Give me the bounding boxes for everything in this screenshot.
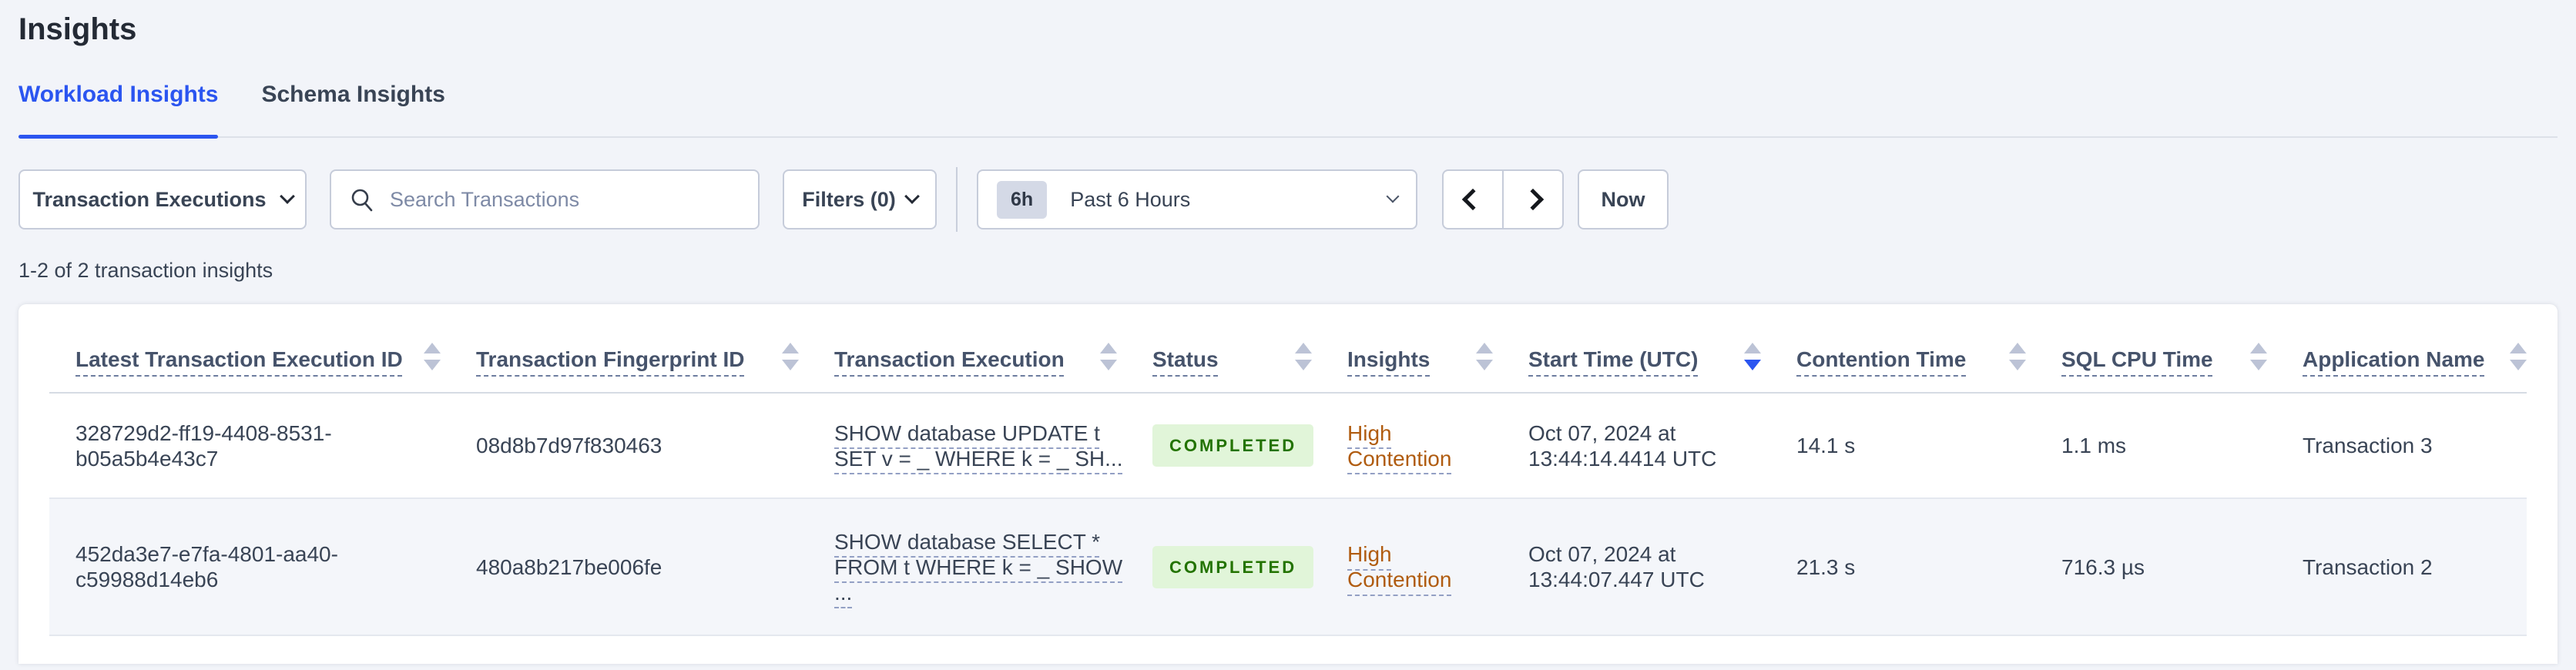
sort-icon[interactable] <box>2510 343 2527 372</box>
toolbar: Transaction Executions Filters (0) 6h Pa… <box>18 167 2558 232</box>
tab-bar: Workload Insights Schema Insights <box>18 81 2558 139</box>
cell-sql-cpu-time: 1.1 ms <box>2061 434 2127 457</box>
time-range-label: Past 6 Hours <box>1070 187 1191 211</box>
cell-execution-id: 452da3e7-e7fa-4801-aa40-c59988d14eb6 <box>75 542 338 591</box>
sort-icon[interactable] <box>1100 343 1117 372</box>
transaction-type-dropdown[interactable]: Transaction Executions <box>18 169 307 229</box>
status-badge: COMPLETED <box>1152 424 1314 467</box>
status-badge: COMPLETED <box>1152 545 1314 588</box>
insights-page: Insights Workload Insights Schema Insigh… <box>0 11 2576 664</box>
column-header-status[interactable]: Status <box>1152 343 1347 392</box>
results-count: 1-2 of 2 transaction insights <box>18 259 273 282</box>
next-time-button[interactable] <box>1502 171 1562 228</box>
column-header-transaction-fingerprint-id[interactable]: Transaction Fingerprint ID <box>476 343 834 392</box>
search-input[interactable] <box>330 169 760 229</box>
sort-icon-active-desc[interactable] <box>1744 343 1761 372</box>
filters-button[interactable]: Filters (0) <box>783 169 937 229</box>
chevron-right-icon <box>1521 188 1545 211</box>
tab-schema-insights[interactable]: Schema Insights <box>261 81 444 136</box>
column-header-sql-cpu-time[interactable]: SQL CPU Time <box>2061 343 2303 392</box>
sort-icon[interactable] <box>424 343 441 372</box>
tab-workload-insights[interactable]: Workload Insights <box>18 81 219 139</box>
sort-icon[interactable] <box>1476 343 1493 372</box>
insight-link[interactable]: High Contention <box>1347 420 1478 471</box>
time-range-badge: 6h <box>997 180 1048 219</box>
cell-execution-id: 328729d2-ff19-4408-8531-b05a5b4e43c7 <box>75 420 332 471</box>
table-row[interactable]: 328729d2-ff19-4408-8531-b05a5b4e43c7 08d… <box>49 394 2527 499</box>
page-title: Insights <box>18 12 137 46</box>
column-header-latest-transaction-execution-id[interactable]: Latest Transaction Execution ID <box>75 343 476 392</box>
cell-contention-time: 14.1 s <box>1796 434 1856 457</box>
prev-time-button[interactable] <box>1444 171 1502 228</box>
insight-link[interactable]: High Contention <box>1347 541 1478 592</box>
column-header-contention-time[interactable]: Contention Time <box>1796 343 2061 392</box>
cell-application-name: Transaction 2 <box>2303 554 2433 579</box>
transaction-execution-link[interactable]: SHOW database SELECT * FROM t WHERE k = … <box>834 529 1122 605</box>
cell-contention-time: 21.3 s <box>1796 554 1856 579</box>
sort-icon[interactable] <box>2009 343 2026 372</box>
table-row[interactable]: 452da3e7-e7fa-4801-aa40-c59988d14eb6 480… <box>49 499 2527 636</box>
column-header-transaction-execution[interactable]: Transaction Execution <box>834 343 1152 392</box>
toolbar-divider <box>956 167 958 232</box>
chevron-down-icon <box>1386 189 1400 203</box>
chevron-down-icon <box>904 189 920 204</box>
time-range-picker[interactable]: 6h Past 6 Hours <box>977 169 1417 229</box>
transaction-execution-link[interactable]: SHOW database UPDATE t SET v = _ WHERE k… <box>834 420 1123 471</box>
time-step-controls <box>1442 169 1564 229</box>
filters-label: Filters (0) <box>802 187 896 211</box>
chevron-left-icon <box>1461 188 1484 211</box>
insights-table-card: Latest Transaction Execution ID Transact… <box>18 304 2558 664</box>
chevron-down-icon <box>279 189 295 204</box>
cell-sql-cpu-time: 716.3 µs <box>2061 554 2145 579</box>
cell-application-name: Transaction 3 <box>2303 434 2433 457</box>
cell-fingerprint-id: 08d8b7d97f830463 <box>476 434 662 457</box>
now-button[interactable]: Now <box>1578 169 1669 229</box>
cell-fingerprint-id: 480a8b217be006fe <box>476 554 662 579</box>
cell-start-time: Oct 07, 2024 at 13:44:07.447 UTC <box>1528 542 1705 591</box>
now-label: Now <box>1601 187 1645 211</box>
table-header-row: Latest Transaction Execution ID Transact… <box>49 304 2527 394</box>
search-box <box>330 169 760 229</box>
column-header-application-name[interactable]: Application Name <box>2303 343 2527 392</box>
cell-start-time: Oct 07, 2024 at 13:44:14.4414 UTC <box>1528 420 1717 471</box>
transaction-type-label: Transaction Executions <box>32 187 267 211</box>
sort-icon[interactable] <box>1295 343 1312 372</box>
search-icon <box>351 189 373 212</box>
column-header-insights[interactable]: Insights <box>1347 343 1528 392</box>
sort-icon[interactable] <box>782 343 799 372</box>
column-header-start-time[interactable]: Start Time (UTC) <box>1528 343 1796 392</box>
sort-icon[interactable] <box>2250 343 2267 372</box>
